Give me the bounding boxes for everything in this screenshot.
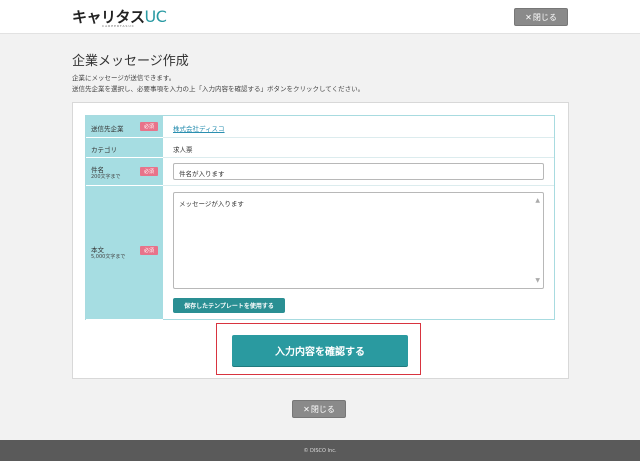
x-icon: ✕ — [525, 12, 532, 22]
category-value-cell: 求人票 — [163, 138, 554, 158]
confirm-input-button[interactable]: 入力内容を確認する — [232, 335, 408, 366]
description-line-1: 企業にメッセージが送信できます。 — [72, 74, 176, 82]
body-label-cell: 本文 5,000文字まで 必須 — [86, 186, 163, 320]
category-value: 求人票 — [173, 146, 193, 154]
subject-label-cell: 件名 200文字まで 必須 — [86, 158, 163, 186]
close-button-bottom[interactable]: ✕ 閉じる — [292, 400, 346, 418]
scroll-up-icon[interactable]: ▲ — [535, 197, 540, 204]
description-line-2: 送信先企業を選択し、必要事項を入力の上「入力内容を確認する」ボタンをクリックして… — [72, 85, 365, 93]
recipient-value-cell: 株式会社ディスコ — [163, 116, 554, 138]
header: キャリタスUC CAREERTASUC ✕ 閉じる — [0, 0, 640, 34]
body-textarea[interactable]: メッセージが入ります ▲ ▼ — [173, 192, 544, 289]
category-label: カテゴリ — [91, 146, 117, 154]
logo-accent: UC — [144, 7, 167, 26]
recipient-label: 送信先企業 — [91, 125, 124, 133]
category-label-cell: カテゴリ — [86, 138, 163, 158]
close-label: 閉じる — [310, 404, 335, 414]
body-row: 本文 5,000文字まで 必須 メッセージが入ります ▲ ▼ 保存したテンプレー… — [86, 186, 554, 320]
body-value-cell: メッセージが入ります ▲ ▼ 保存したテンプレートを使用する — [163, 186, 554, 320]
use-template-button[interactable]: 保存したテンプレートを使用する — [173, 298, 285, 313]
recipient-label-cell: 送信先企業 必須 — [86, 116, 163, 138]
recipient-row: 送信先企業 必須 株式会社ディスコ — [86, 116, 554, 138]
close-button-top[interactable]: ✕ 閉じる — [514, 8, 568, 26]
required-badge: 必須 — [140, 122, 158, 131]
close-label: 閉じる — [532, 12, 557, 22]
footer: © DISCO Inc. — [0, 440, 640, 461]
category-row: カテゴリ 求人票 — [86, 138, 554, 158]
required-badge: 必須 — [140, 167, 158, 176]
copyright: © DISCO Inc. — [303, 447, 337, 454]
body-sublabel: 5,000文字まで — [91, 254, 126, 260]
required-badge: 必須 — [140, 246, 158, 255]
subject-input[interactable]: 件名が入ります — [173, 163, 544, 180]
message-form: 送信先企業 必須 株式会社ディスコ カテゴリ 求人票 件名 200文字まで 必須… — [85, 115, 555, 320]
page-description: 企業にメッセージが送信できます。 送信先企業を選択し、必要事項を入力の上「入力内… — [72, 73, 364, 95]
logo-sub: CAREERTASUC — [102, 24, 135, 28]
subject-value-cell: 件名が入ります — [163, 158, 554, 186]
scroll-down-icon[interactable]: ▼ — [535, 277, 540, 284]
body-text: メッセージが入ります — [179, 200, 244, 208]
subject-sublabel: 200文字まで — [91, 174, 121, 180]
subject-row: 件名 200文字まで 必須 件名が入ります — [86, 158, 554, 186]
page-title: 企業メッセージ作成 — [72, 54, 189, 69]
recipient-company-link[interactable]: 株式会社ディスコ — [173, 123, 225, 133]
x-icon: ✕ — [303, 404, 310, 414]
